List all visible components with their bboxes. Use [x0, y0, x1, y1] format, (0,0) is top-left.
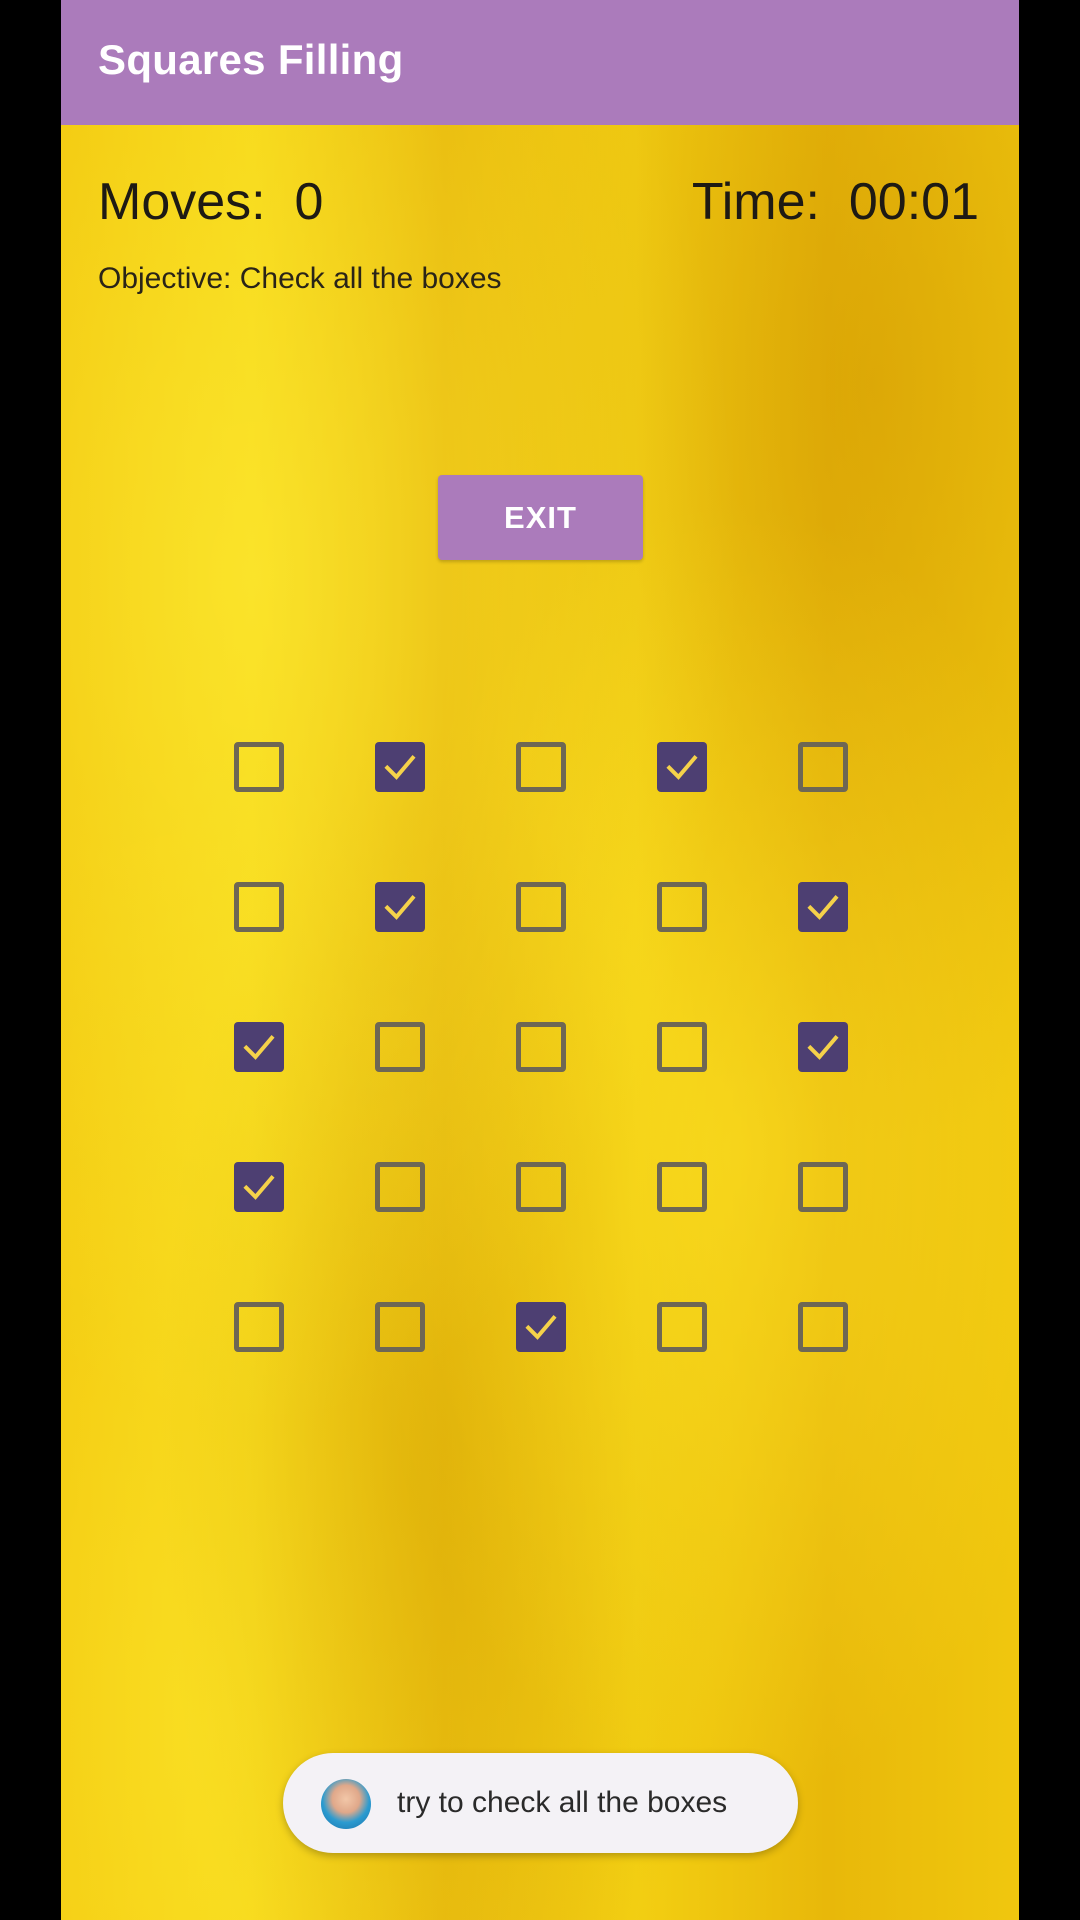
- checkbox-r2-c1[interactable]: [234, 882, 284, 932]
- checkbox-r4-c4[interactable]: [657, 1162, 707, 1212]
- checkbox-r5-c5[interactable]: [798, 1302, 848, 1352]
- checkbox-r3-c1[interactable]: [234, 1022, 284, 1072]
- checkbox-r2-c3[interactable]: [516, 882, 566, 932]
- checkmark-icon: [666, 754, 698, 780]
- avatar-icon: [321, 1779, 371, 1829]
- checkbox-r3-c5[interactable]: [798, 1022, 848, 1072]
- checkbox-r1-c3[interactable]: [516, 742, 566, 792]
- checkbox-r1-c1[interactable]: [234, 742, 284, 792]
- checkbox-r4-c2[interactable]: [375, 1162, 425, 1212]
- checkmark-icon: [384, 754, 416, 780]
- checkmark-icon: [243, 1174, 275, 1200]
- checkbox-r5-c4[interactable]: [657, 1302, 707, 1352]
- checkbox-r3-c2[interactable]: [375, 1022, 425, 1072]
- checkbox-r3-c4[interactable]: [657, 1022, 707, 1072]
- checkbox-r1-c4[interactable]: [657, 742, 707, 792]
- checkbox-r2-c2[interactable]: [375, 882, 425, 932]
- checkbox-r5-c3[interactable]: [516, 1302, 566, 1352]
- checkbox-r4-c1[interactable]: [234, 1162, 284, 1212]
- checkbox-r2-c5[interactable]: [798, 882, 848, 932]
- toast-text: try to check all the boxes: [397, 1786, 728, 1819]
- checkbox-r1-c5[interactable]: [798, 742, 848, 792]
- checkbox-r4-c5[interactable]: [798, 1162, 848, 1212]
- checkbox-r1-c2[interactable]: [375, 742, 425, 792]
- checkbox-r4-c3[interactable]: [516, 1162, 566, 1212]
- checkmark-icon: [525, 1314, 557, 1340]
- checkbox-r3-c3[interactable]: [516, 1022, 566, 1072]
- checkmark-icon: [384, 894, 416, 920]
- checkmark-icon: [243, 1034, 275, 1060]
- checkbox-r2-c4[interactable]: [657, 882, 707, 932]
- checkmark-icon: [807, 1034, 839, 1060]
- checkbox-r5-c1[interactable]: [234, 1302, 284, 1352]
- checkmark-icon: [807, 894, 839, 920]
- app-screen: Squares Filling Moves: 0 Time: 00:01 Obj…: [61, 0, 1019, 1920]
- checkbox-grid: [61, 0, 1019, 1920]
- toast-message: try to check all the boxes: [283, 1753, 798, 1853]
- checkbox-r5-c2[interactable]: [375, 1302, 425, 1352]
